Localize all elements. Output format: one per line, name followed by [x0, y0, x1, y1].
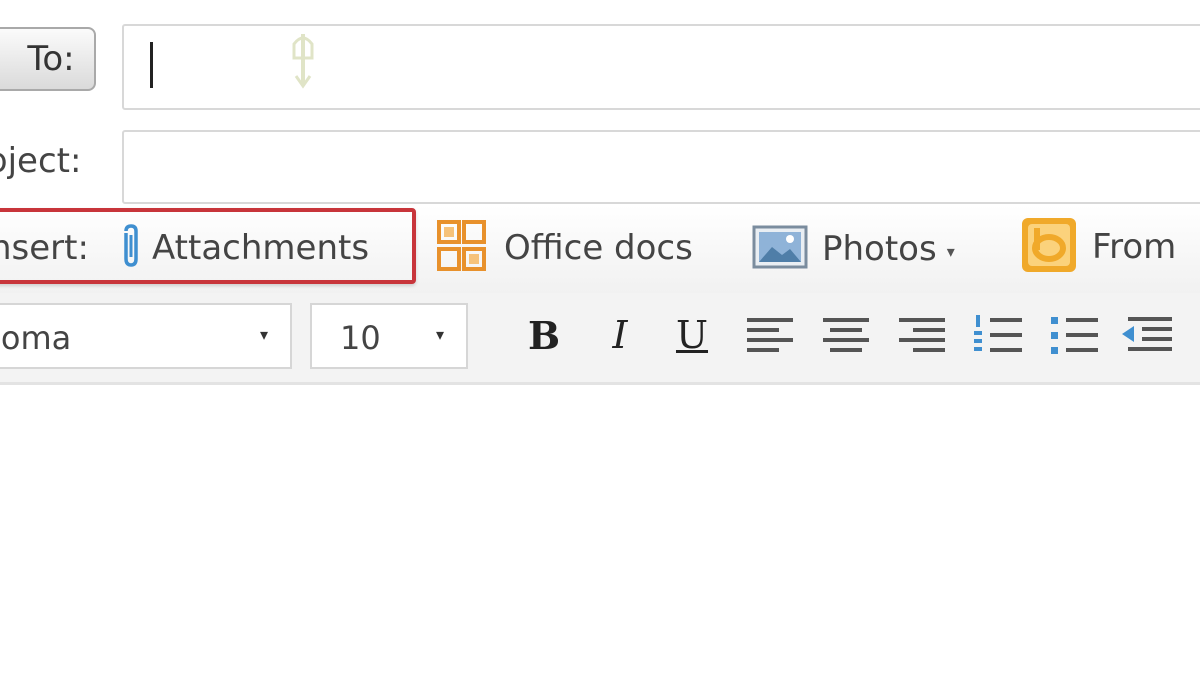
numbered-list-icon — [972, 313, 1024, 357]
bulleted-list-button[interactable] — [1046, 306, 1102, 364]
subject-input[interactable] — [122, 130, 1200, 204]
align-center-button[interactable] — [818, 306, 874, 364]
subject-label: bject: — [0, 141, 82, 181]
to-label: To: — [27, 39, 75, 79]
from-bing-button[interactable]: From — [1020, 216, 1176, 278]
underline-button[interactable]: U — [664, 306, 720, 364]
attachments-highlight-box — [0, 208, 416, 284]
bulleted-list-icon — [1048, 313, 1100, 357]
align-right-icon — [897, 315, 947, 355]
bold-button[interactable]: B — [516, 306, 572, 364]
to-button[interactable]: To: — [0, 27, 96, 91]
font-family-value: ioma — [0, 319, 72, 357]
align-left-button[interactable] — [742, 306, 798, 364]
outdent-button[interactable] — [1120, 306, 1176, 364]
font-family-select[interactable]: ioma ▾ — [0, 303, 292, 369]
photos-label: Photos — [822, 229, 937, 269]
office-docs-icon — [436, 218, 488, 278]
drag-ghost-icon — [282, 30, 324, 90]
text-caret — [150, 42, 153, 88]
outdent-icon — [1120, 313, 1176, 357]
office-docs-label: Office docs — [504, 228, 693, 268]
office-docs-button[interactable]: Office docs — [436, 218, 693, 278]
font-size-value: 10 — [340, 319, 381, 357]
numbered-list-button[interactable] — [970, 306, 1026, 364]
chevron-down-icon: ▾ — [435, 325, 444, 344]
italic-button[interactable]: I — [592, 306, 648, 364]
photos-icon — [752, 223, 808, 275]
photos-button[interactable]: Photos ▾ — [752, 220, 955, 278]
align-center-icon — [821, 315, 871, 355]
photos-dropdown-icon[interactable]: ▾ — [947, 242, 955, 261]
align-right-button[interactable] — [894, 306, 950, 364]
align-left-icon — [745, 315, 795, 355]
chevron-down-icon: ▾ — [259, 325, 268, 344]
from-label: From — [1092, 227, 1177, 267]
font-size-select[interactable]: 10 ▾ — [310, 303, 468, 369]
from-bing-icon — [1020, 216, 1078, 278]
